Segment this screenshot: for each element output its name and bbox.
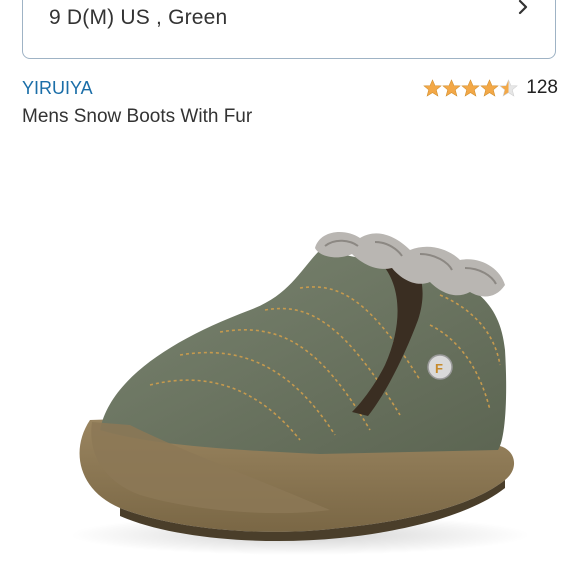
product-image[interactable]: F [0, 150, 580, 580]
svg-text:F: F [435, 361, 443, 376]
product-title: Mens Snow Boots With Fur [22, 106, 253, 127]
star-icon [480, 79, 500, 97]
star-icon [442, 79, 462, 97]
variant-selected-value: 9 D(M) US , Green [49, 6, 228, 29]
chevron-right-icon [518, 0, 528, 15]
review-count: 128 [526, 77, 558, 98]
star-icon [461, 79, 481, 97]
variant-selector[interactable]: 9 D(M) US , Green [22, 0, 556, 59]
star-rating [423, 79, 519, 97]
rating-summary[interactable]: 128 [423, 77, 558, 99]
brand-link[interactable]: YIRUIYA [22, 78, 93, 99]
star-half-icon [499, 79, 519, 97]
star-icon [423, 79, 443, 97]
